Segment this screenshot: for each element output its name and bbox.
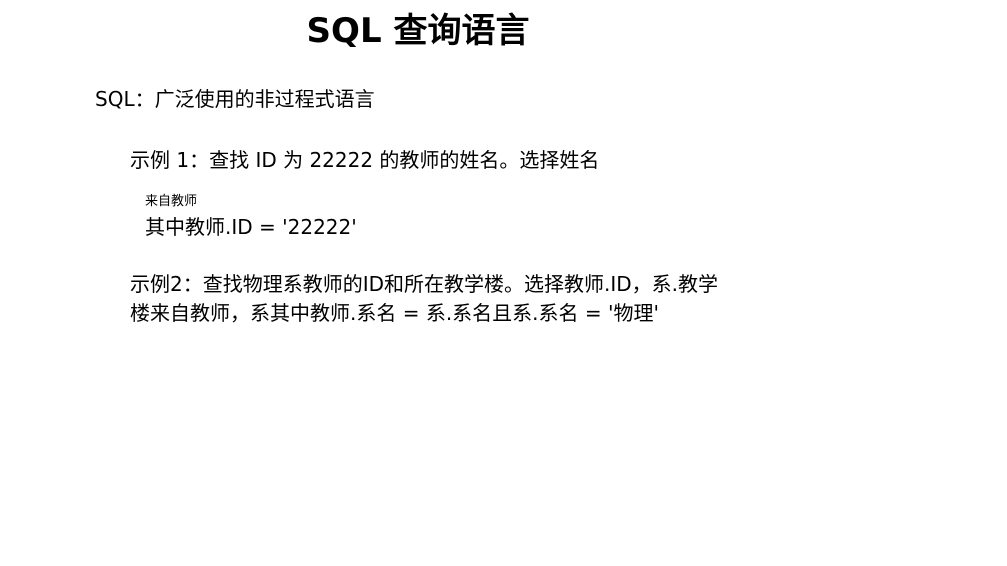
example-2-line-1: 示例2：查找物理系教师的ID和所在教学楼。选择教师.ID，系.教学 [130,272,719,296]
slide-title: SQL 查询语言 [306,11,530,51]
intro-text: SQL：广泛使用的非过程式语言 [95,87,375,111]
example-2-line-2: 楼来自教师，系其中教师.系名 = 系.系名且系.系名 = '物理' [130,301,660,325]
example-1-where-clause: 其中教师.ID = '22222' [145,215,357,239]
example-1-from-clause: 来自教师 [145,194,198,209]
example-1-line: 示例 1：查找 ID 为 22222 的教师的姓名。选择姓名 [130,148,600,172]
example-2: 示例2：查找物理系教师的ID和所在教学楼。选择教师.ID，系.教学 楼来自教师，… [130,270,718,328]
